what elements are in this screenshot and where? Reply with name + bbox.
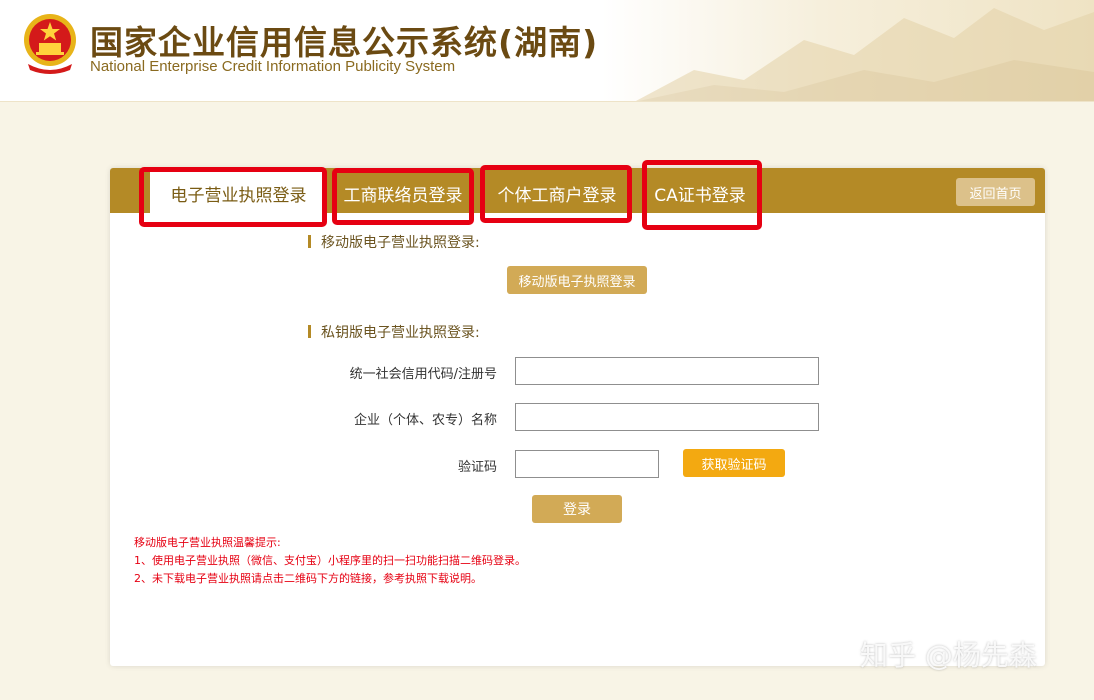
get-captcha-button[interactable]: 获取验证码: [683, 449, 785, 477]
mobile-e-license-login-button[interactable]: 移动版电子执照登录: [507, 266, 647, 294]
tab-liaison-login[interactable]: 工商联络员登录: [338, 172, 468, 220]
credit-code-input[interactable]: [515, 357, 819, 385]
company-name-label: 企业（个体、农专）名称: [353, 413, 497, 428]
login-panel: 电子营业执照登录 工商联络员登录 个体工商户登录 CA证书登录 返回首页 移动版…: [110, 168, 1045, 666]
site-title-english: National Enterprise Credit Information P…: [90, 58, 456, 75]
captcha-label: 验证码: [457, 460, 497, 475]
login-tips: 移动版电子营业执照温馨提示: 1、使用电子营业执照（微信、支付宝）小程序里的扫一…: [134, 534, 526, 588]
login-button[interactable]: 登录: [532, 495, 622, 523]
tip-item: 2、未下载电子营业执照请点击二维码下方的链接，参考执照下载说明。: [134, 572, 482, 585]
credit-code-label: 统一社会信用代码/注册号: [349, 367, 497, 382]
tips-title: 移动版电子营业执照温馨提示:: [134, 536, 281, 549]
tab-individual-business-login[interactable]: 个体工商户登录: [488, 172, 626, 220]
tab-ca-certificate-login[interactable]: CA证书登录: [650, 172, 750, 220]
site-header: 国家企业信用信息公示系统(湖南) National Enterprise Cre…: [0, 0, 1094, 102]
tab-e-license-login[interactable]: 电子营业执照登录: [150, 172, 327, 222]
private-key-section-title: 私钥版电子营业执照登录:: [308, 322, 480, 342]
private-key-section-label: 私钥版电子营业执照登录:: [321, 325, 480, 341]
section-marker: [308, 325, 311, 338]
captcha-input[interactable]: [515, 450, 659, 478]
site-title: 国家企业信用信息公示系统(湖南): [90, 23, 599, 62]
return-home-button[interactable]: 返回首页: [956, 178, 1035, 206]
mobile-login-section-label: 移动版电子营业执照登录:: [321, 235, 480, 251]
tab-bar: 电子营业执照登录 工商联络员登录 个体工商户登录 CA证书登录 返回首页: [110, 168, 1045, 222]
mountain-illustration: [635, 8, 1094, 101]
mobile-login-section-title: 移动版电子营业执照登录:: [308, 232, 480, 252]
company-name-input[interactable]: [515, 403, 819, 431]
national-emblem-icon: [24, 14, 76, 74]
zhihu-watermark: 知乎 @杨先森: [860, 639, 1037, 672]
section-marker: [308, 235, 311, 248]
tip-item: 1、使用电子营业执照（微信、支付宝）小程序里的扫一扫功能扫描二维码登录。: [134, 554, 526, 567]
